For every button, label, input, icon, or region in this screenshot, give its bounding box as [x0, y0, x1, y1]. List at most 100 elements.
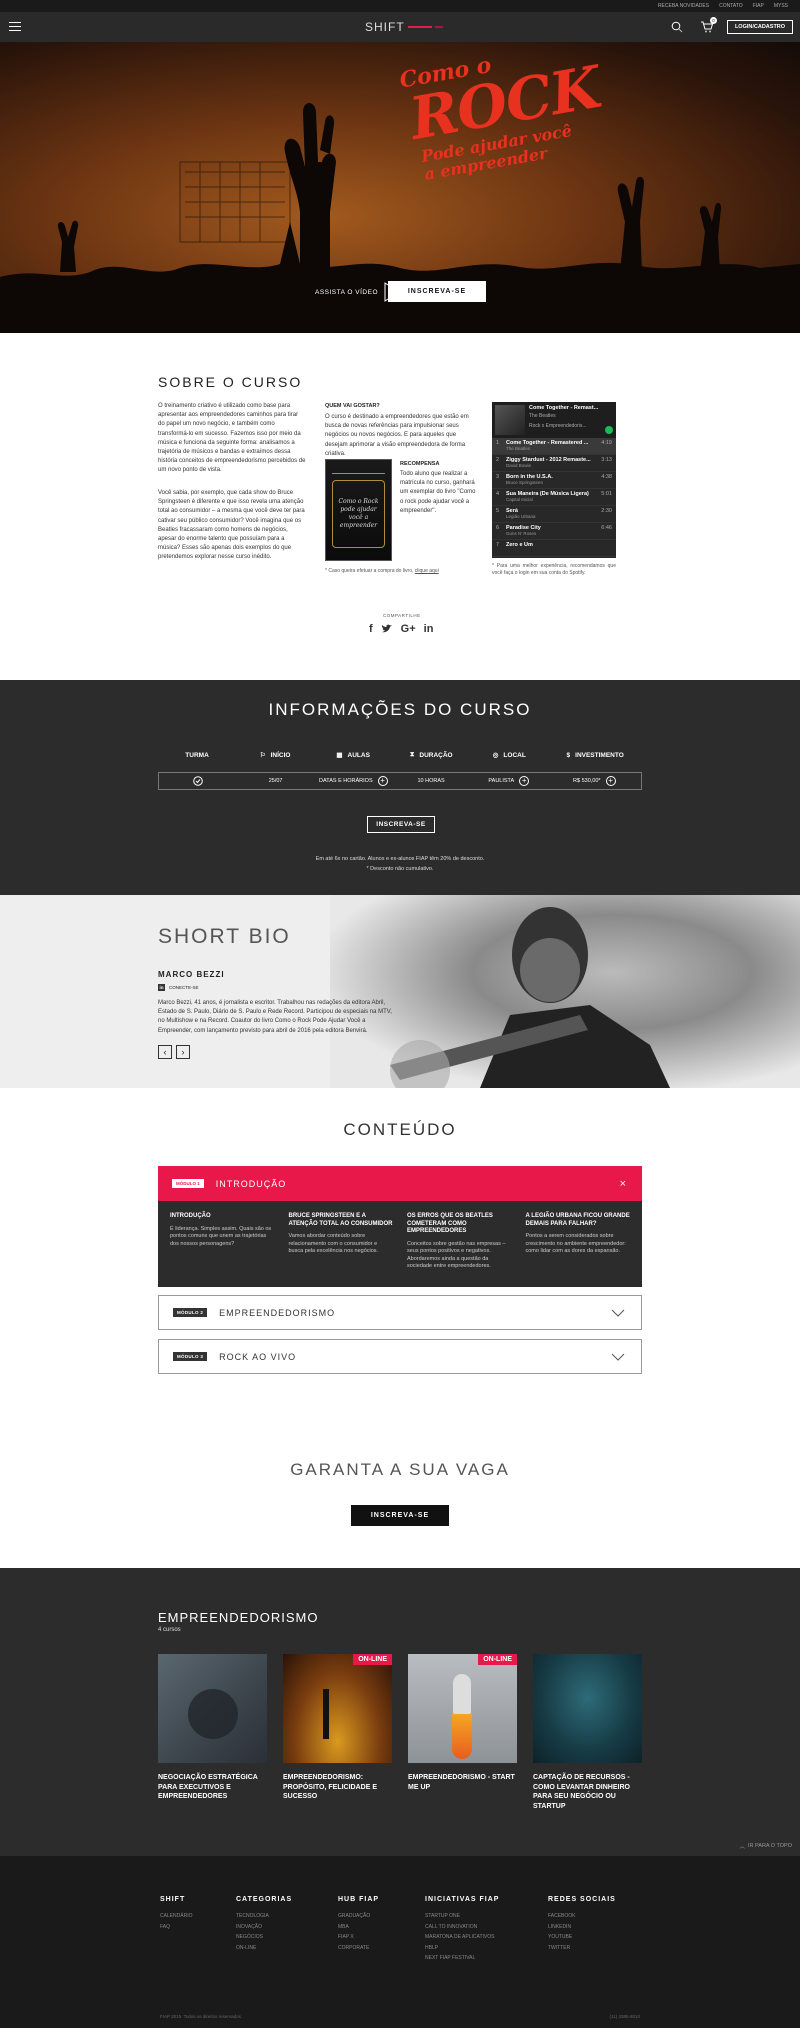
footer-link[interactable]: CALENDÁRIO [160, 1911, 193, 1922]
online-badge: ON-LINE [478, 1654, 517, 1665]
footer-link[interactable]: FIAP X [338, 1932, 379, 1943]
googleplus-icon[interactable]: G+ [401, 623, 416, 635]
playlist-track[interactable]: 2 Ziggy Stardust - 2012 Remaste... David B… [492, 455, 616, 472]
hero-banner: Como o ROCK Pode ajudar você a empreende… [0, 42, 800, 333]
hamburger-menu-icon[interactable] [9, 22, 21, 31]
share-icons: f G+ in [369, 623, 433, 635]
lesson-item: INTRODUÇÃO É liderança. Simples assim. Q… [170, 1213, 272, 1247]
info-value-duracao: 10 HORAS [417, 778, 445, 784]
track-artist: Bruce Springsteen [506, 480, 544, 485]
track-duration: 4:38 [601, 474, 612, 480]
footer-link[interactable]: NEXT FIAP FESTIVAL [425, 1953, 499, 1964]
top-link-contact[interactable]: CONTATO [719, 3, 743, 9]
track-duration: 6:46 [601, 525, 612, 531]
info-value-aulas[interactable]: DATAS E HORÁRIOS + [314, 773, 392, 789]
footer-link[interactable]: YOUTUBE [548, 1932, 616, 1943]
playlist-track[interactable]: 4 Sua Maneira (De Música Ligera) Capital I… [492, 489, 616, 506]
footer-link[interactable]: CORPORATE [338, 1943, 379, 1954]
course-card-image [158, 1654, 267, 1763]
chevron-down-icon [611, 1309, 625, 1317]
module-2-header[interactable]: MÓDULO 2 EMPREENDEDORISMO [158, 1295, 642, 1330]
course-card[interactable]: CAPTAÇÃO DE RECURSOS - COMO LEVANTAR DIN… [533, 1654, 642, 1811]
online-badge: ON-LINE [353, 1654, 392, 1665]
about-title: SOBRE O CURSO [158, 374, 303, 390]
calendar-icon: ▦ [336, 752, 343, 759]
track-duration: 5:01 [601, 491, 612, 497]
footer-link[interactable]: GRADUAÇÃO [338, 1911, 379, 1922]
module-2-title: EMPREENDEDORISMO [219, 1307, 336, 1318]
linkedin-icon[interactable]: in [424, 623, 434, 635]
footer-link[interactable]: LINKEDIN [548, 1922, 616, 1933]
cart-count-badge: 0 [710, 17, 717, 24]
footer-link[interactable]: FACEBOOK [548, 1911, 616, 1922]
info-note-1: Em até 6x no cartão. Alunos e ex-alunos … [315, 856, 485, 862]
copyright: FIAP 2015. Todos os direitos reservados. [160, 2014, 243, 2019]
bio-photo [330, 895, 800, 1088]
footer-link[interactable]: NEGÓCIOS [236, 1932, 292, 1943]
footer-link[interactable]: CALL TO INNOVATION [425, 1922, 499, 1933]
hero-subscribe-button[interactable]: INSCREVA-SE [388, 281, 486, 302]
who-text: O curso é destinado a empreendedores que… [325, 414, 469, 457]
spotify-player[interactable]: Come Together - Remast... The Beatles Ro… [492, 402, 616, 558]
info-value-local[interactable]: PAULISTA + [470, 773, 548, 789]
buy-book-link[interactable]: clique aqui [415, 568, 439, 574]
info-value-investimento[interactable]: R$ 530,00* + [548, 773, 641, 789]
info-head-local: ◎ LOCAL [492, 751, 526, 760]
track-number: 5 [496, 508, 500, 514]
guarantee-title: GARANTA A SUA VAGA [290, 1460, 510, 1479]
top-link-newsletter[interactable]: RECEBA NOVIDADES [658, 3, 709, 9]
track-title: Zero e Um [506, 542, 533, 548]
login-button[interactable]: LOGIN/CADASTRO [727, 20, 793, 34]
close-icon[interactable]: × [620, 1178, 626, 1190]
course-card-title: EMPREENDEDORISMO: PROPÓSITO, FELICIDADE … [283, 1774, 377, 1800]
playlist-track[interactable]: 6 Paradise City Guns N' Roses 6:46 [492, 523, 616, 540]
track-number: 6 [496, 525, 500, 531]
bio-name: MARCO BEZZI [158, 970, 225, 979]
plus-icon: + [605, 776, 616, 786]
course-card[interactable]: NEGOCIAÇÃO ESTRATÉGICA PARA EXECUTIVOS E… [158, 1654, 267, 1802]
turma-check[interactable] [159, 773, 237, 789]
facebook-icon[interactable]: f [369, 623, 373, 635]
footer-link[interactable]: TWITTER [548, 1943, 616, 1954]
footer-col-shift: SHIFT CALENDÁRIO FAQ [160, 1896, 193, 1932]
bio-prev-button[interactable]: ‹ [158, 1045, 172, 1059]
course-card[interactable]: ON-LINE EMPREENDEDORISMO - START ME UP [408, 1654, 517, 1792]
track-artist: Legião Urbana [506, 514, 536, 519]
bio-title: SHORT BIO [158, 925, 291, 948]
playlist-track[interactable]: 3 Born in the U.S.A. Bruce Springsteen 4:38 [492, 472, 616, 489]
playlist-track[interactable]: 1 Come Together - Remastered ... The Beatl… [492, 438, 616, 455]
shift-logo[interactable]: SHIFT [365, 20, 443, 34]
plus-icon: + [377, 776, 388, 786]
module-1-body: INTRODUÇÃO É liderança. Simples assim. Q… [158, 1201, 642, 1287]
info-subscribe-button[interactable]: INSCREVA-SE [367, 816, 435, 833]
who-title: QUEM VAI GOSTAR? [325, 403, 380, 409]
footer-col-social: REDES SOCIAIS FACEBOOK LINKEDIN YOUTUBE … [548, 1896, 616, 1953]
top-link-fiap[interactable]: FIAP [753, 3, 764, 9]
bio-linkedin-link[interactable]: in CONECTE-SE [158, 984, 199, 991]
footer-link[interactable]: HBLP [425, 1943, 499, 1954]
guarantee-subscribe-button[interactable]: INSCREVA-SE [351, 1505, 449, 1526]
module-1-header[interactable]: MÓDULO 1 INTRODUÇÃO × [158, 1166, 642, 1201]
search-icon[interactable] [671, 21, 683, 33]
twitter-icon[interactable] [381, 623, 393, 634]
playlist-track[interactable]: 7 Zero e Um [492, 540, 616, 557]
back-to-top-link[interactable]: ︿ IR PARA O TOPO [739, 1842, 792, 1850]
footer-link[interactable]: STARTUP ONE [425, 1911, 499, 1922]
footer-link[interactable]: ON-LINE [236, 1943, 292, 1954]
footer-link[interactable]: FAQ [160, 1922, 193, 1933]
cart-icon[interactable]: 0 [700, 17, 717, 34]
footer-link[interactable]: INOVAÇÃO [236, 1922, 292, 1933]
module-3-header[interactable]: MÓDULO 3 ROCK AO VIVO [158, 1339, 642, 1374]
footer-link[interactable]: MBA [338, 1922, 379, 1933]
related-section: EMPREENDEDORISMO 4 cursos NEGOCIAÇÃO EST… [0, 1568, 800, 1856]
footer-link[interactable]: MARATONA DE APLICATIVOS [425, 1932, 499, 1943]
course-card[interactable]: ON-LINE EMPREENDEDORISMO: PROPÓSITO, FEL… [283, 1654, 392, 1802]
bio-next-button[interactable]: › [176, 1045, 190, 1059]
lesson-item: A LEGIÃO URBANA FICOU GRANDE DEMAIS PARA… [525, 1213, 630, 1254]
playlist-track[interactable]: 5 Será Legião Urbana 2:30 [492, 506, 616, 523]
plus-icon: + [519, 776, 530, 786]
track-number: 2 [496, 457, 500, 463]
top-link-myss[interactable]: MYSS [774, 3, 788, 9]
track-artist: Capital Inicial [506, 497, 533, 502]
footer-link[interactable]: TECNOLOGIA [236, 1911, 292, 1922]
